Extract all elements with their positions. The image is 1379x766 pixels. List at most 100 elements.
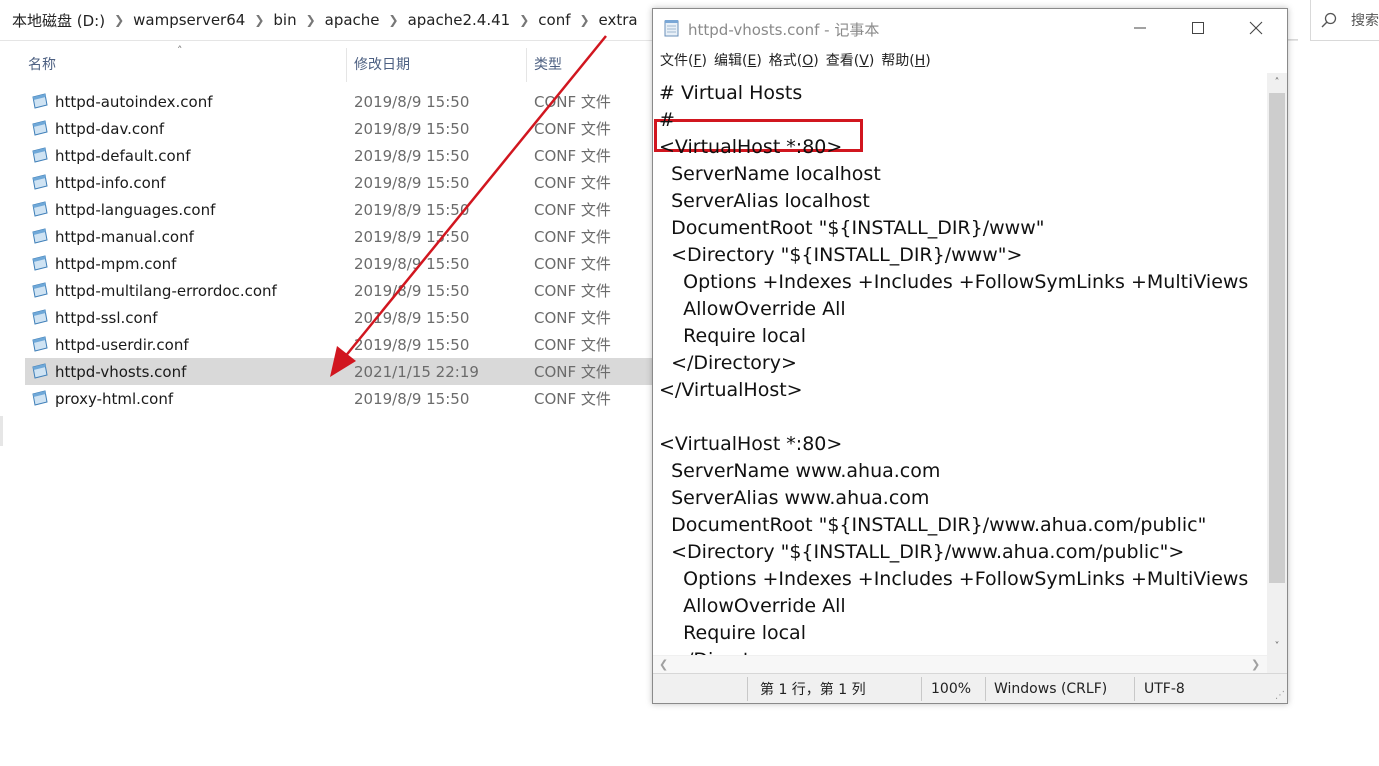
breadcrumb-wampserver64[interactable]: wampserver64	[125, 11, 253, 29]
maximize-button[interactable]	[1169, 9, 1227, 47]
file-modified-date: 2019/8/9 15:50	[354, 92, 470, 111]
vertical-scrollbar[interactable]: ˄ ˅	[1267, 73, 1287, 655]
breadcrumb-extra[interactable]: extra	[591, 11, 646, 29]
menu-item[interactable]: 格式(O)	[769, 50, 826, 70]
notepad-title-bar[interactable]: httpd-vhosts.conf - 记事本	[653, 9, 1287, 47]
file-row[interactable]: httpd-userdir.conf 2019/8/9 15:50 CONF 文件	[25, 331, 665, 358]
text-line: #	[659, 109, 675, 131]
text-line: <Directory "${INSTALL_DIR}/www.ahua.com/…	[659, 541, 1185, 563]
menu-label-end: )	[701, 53, 707, 69]
file-row[interactable]: httpd-autoindex.conf 2019/8/9 15:50 CONF 文…	[25, 88, 665, 115]
conf-file-icon	[32, 228, 48, 244]
breadcrumb-bin[interactable]: bin	[265, 11, 304, 29]
menu-accelerator: H	[914, 53, 926, 69]
file-name: httpd-manual.conf	[55, 227, 194, 246]
file-type: CONF 文件	[534, 363, 611, 381]
chevron-right-icon[interactable]: ❯	[578, 13, 590, 27]
menu-item[interactable]: 编辑(E)	[714, 50, 769, 70]
file-modified-date: 2019/8/9 15:50	[354, 308, 470, 327]
status-cursor-position: 第 1 行，第 1 列	[760, 682, 866, 698]
menu-label: 查看(	[825, 53, 860, 69]
file-row[interactable]: httpd-languages.conf 2019/8/9 15:50 CONF 文…	[25, 196, 665, 223]
file-row[interactable]: httpd-dav.conf 2019/8/9 15:50 CONF 文件	[25, 115, 665, 142]
file-name: httpd-mpm.conf	[55, 254, 177, 273]
menu-item[interactable]: 帮助(H)	[881, 50, 937, 70]
file-type: CONF 文件	[534, 309, 611, 327]
file-row[interactable]: httpd-info.conf 2019/8/9 15:50 CONF 文件	[25, 169, 665, 196]
menu-label-end: )	[925, 53, 931, 69]
file-modified-date: 2019/8/9 15:50	[354, 173, 470, 192]
close-button[interactable]	[1227, 9, 1285, 47]
breadcrumb-apache-version[interactable]: apache2.4.41	[400, 11, 519, 29]
menu-bar: 文件(F) 编辑(E) 格式(O) 查看(V) 帮助(H)	[653, 47, 1287, 73]
menu-item[interactable]: 查看(V)	[826, 50, 882, 70]
scrollbar-corner	[1267, 655, 1287, 673]
scroll-down-icon[interactable]: ˅	[1267, 637, 1287, 655]
text-line: </Directory>	[659, 647, 797, 655]
resize-grip-icon[interactable]: ⋰	[1275, 690, 1285, 701]
file-row[interactable]: httpd-default.conf 2019/8/9 15:50 CONF 文件	[25, 142, 665, 169]
column-headers: ˄ 名称 修改日期 类型	[0, 44, 660, 84]
file-type: CONF 文件	[534, 147, 611, 165]
nav-pane-edge[interactable]	[0, 416, 3, 446]
maximize-icon	[1192, 22, 1204, 34]
text-editor-area[interactable]: # Virtual Hosts # <VirtualHost *:80> Serve…	[653, 73, 1267, 655]
file-type: CONF 文件	[534, 336, 611, 354]
scroll-up-icon[interactable]: ˄	[1267, 73, 1287, 91]
minimize-button[interactable]	[1111, 9, 1169, 47]
column-header-name[interactable]: 名称	[28, 44, 56, 84]
sort-ascending-icon: ˄	[177, 44, 183, 57]
file-name: httpd-vhosts.conf	[55, 362, 187, 381]
status-zoom: 100%	[931, 681, 972, 697]
conf-file-icon	[32, 147, 48, 163]
file-name: httpd-dav.conf	[55, 119, 165, 138]
scroll-left-icon[interactable]: ❮	[659, 656, 668, 674]
horizontal-scrollbar[interactable]: ❮ ❯	[653, 655, 1267, 673]
file-name: httpd-default.conf	[55, 146, 191, 165]
breadcrumb-conf[interactable]: conf	[530, 11, 578, 29]
file-name: httpd-ssl.conf	[55, 308, 158, 327]
file-type: CONF 文件	[534, 228, 611, 246]
menu-accelerator: O	[802, 53, 814, 69]
file-row[interactable]: httpd-ssl.conf 2019/8/9 15:50 CONF 文件	[25, 304, 665, 331]
status-divider	[1134, 677, 1135, 701]
chevron-right-icon[interactable]: ❯	[388, 13, 400, 27]
menu-label-end: )	[756, 53, 762, 69]
file-type: CONF 文件	[534, 93, 611, 111]
chevron-right-icon[interactable]: ❯	[305, 13, 317, 27]
column-header-type[interactable]: 类型	[534, 44, 562, 84]
file-row[interactable]: httpd-vhosts.conf 2021/1/15 22:19 CONF 文件	[25, 358, 665, 385]
breadcrumb: 本地磁盘 (D:) ❯ wampserver64 ❯ bin ❯ apache …	[0, 0, 646, 41]
status-encoding: UTF-8	[1144, 681, 1185, 697]
search-icon	[1321, 12, 1337, 28]
status-divider	[747, 677, 748, 701]
scroll-right-icon[interactable]: ❯	[1251, 656, 1260, 674]
column-divider[interactable]	[346, 48, 347, 82]
file-modified-date: 2019/8/9 15:50	[354, 146, 470, 165]
column-divider[interactable]	[526, 48, 527, 82]
chevron-right-icon[interactable]: ❯	[113, 13, 125, 27]
file-name: httpd-userdir.conf	[55, 335, 189, 354]
scrollbar-thumb[interactable]	[1269, 93, 1285, 583]
chevron-right-icon[interactable]: ❯	[253, 13, 265, 27]
menu-item[interactable]: 文件(F)	[660, 50, 714, 70]
file-modified-date: 2019/8/9 15:50	[354, 281, 470, 300]
file-name: proxy-html.conf	[55, 389, 174, 408]
status-line-ending: Windows (CRLF)	[994, 681, 1108, 697]
minimize-icon	[1134, 27, 1146, 29]
file-row[interactable]: httpd-multilang-errordoc.conf 2019/8/9 15…	[25, 277, 665, 304]
breadcrumb-drive[interactable]: 本地磁盘 (D:)	[4, 10, 113, 31]
file-row[interactable]: httpd-manual.conf 2019/8/9 15:50 CONF 文件	[25, 223, 665, 250]
conf-file-icon	[32, 93, 48, 109]
search-box[interactable]: 搜索	[1310, 0, 1379, 41]
file-row[interactable]: proxy-html.conf 2019/8/9 15:50 CONF 文件	[25, 385, 665, 412]
text-line: ServerName localhost	[659, 163, 881, 185]
file-row[interactable]: httpd-mpm.conf 2019/8/9 15:50 CONF 文件	[25, 250, 665, 277]
text-line: Options +Indexes +Includes +FollowSymLin…	[659, 271, 1249, 293]
window-title: httpd-vhosts.conf - 记事本	[688, 21, 880, 39]
chevron-right-icon[interactable]: ❯	[518, 13, 530, 27]
column-header-date[interactable]: 修改日期	[354, 44, 410, 84]
menu-label: 文件(	[660, 53, 694, 69]
breadcrumb-apache[interactable]: apache	[317, 11, 388, 29]
status-bar: 第 1 行，第 1 列 100% Windows (CRLF) UTF-8 ⋰	[653, 673, 1287, 703]
